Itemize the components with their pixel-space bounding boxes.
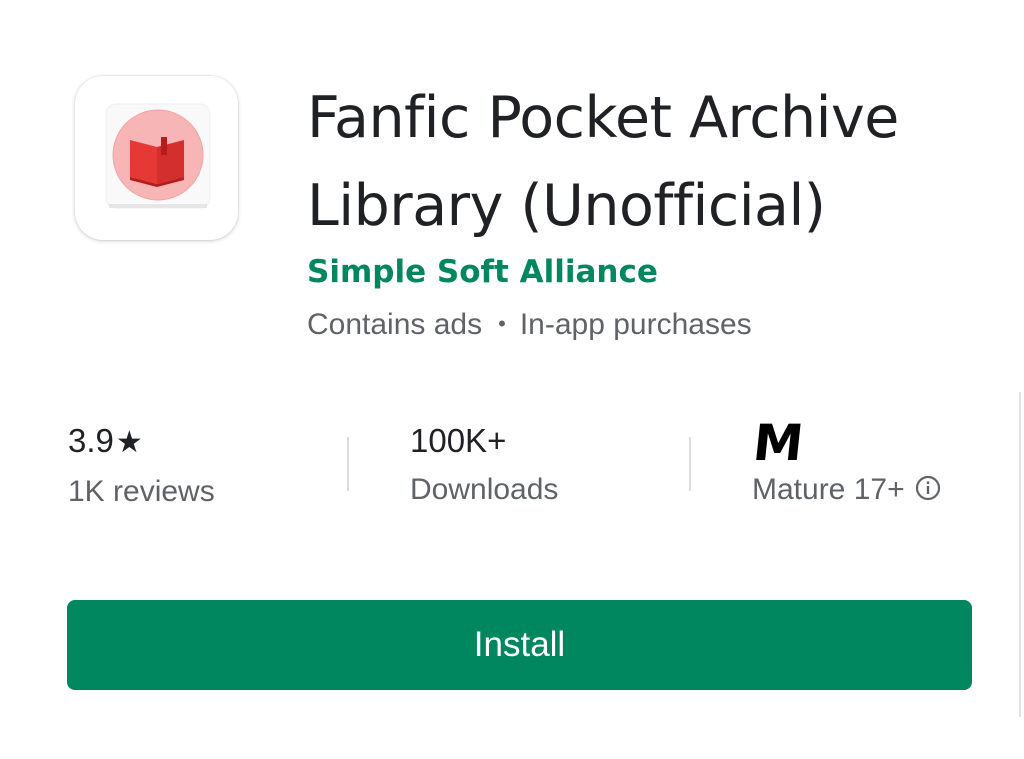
mature-badge-letter: M	[752, 418, 804, 464]
rating-value-row: 3.9★	[68, 418, 215, 466]
content-rating-label: Mature 17+	[752, 473, 905, 506]
install-button[interactable]: Install	[67, 600, 972, 690]
rating-stat[interactable]: 3.9★ 1K reviews	[68, 418, 215, 513]
content-rating-row: Mature 17+	[752, 469, 941, 511]
scrollbar[interactable]	[1019, 392, 1021, 717]
red-book-icon	[105, 103, 211, 209]
app-details-page: Fanfic Pocket Archive Library (Unofficia…	[0, 0, 1024, 759]
reviews-count: 1K reviews	[68, 475, 215, 508]
in-app-purchases-label: In-app purchases	[519, 308, 752, 341]
rating-value: 3.9	[68, 422, 114, 459]
downloads-label: Downloads	[410, 473, 559, 506]
mature-rating-badge-icon: M	[752, 418, 804, 464]
app-title: Fanfic Pocket Archive Library (Unofficia…	[307, 85, 899, 239]
stat-divider	[689, 437, 691, 491]
separator-dot: •	[498, 311, 506, 336]
star-icon: ★	[115, 425, 143, 460]
info-icon[interactable]	[915, 475, 941, 501]
app-meta-line: Contains ads • In-app purchases	[307, 304, 752, 345]
app-icon[interactable]	[75, 76, 238, 240]
contains-ads-label: Contains ads	[307, 308, 483, 341]
downloads-stat: 100K+ Downloads	[410, 418, 558, 511]
content-rating-stat[interactable]: M Mature 17+	[752, 418, 941, 511]
stat-divider	[347, 437, 349, 491]
developer-link[interactable]: Simple Soft Alliance	[307, 250, 658, 294]
downloads-value: 100K+	[410, 422, 507, 459]
